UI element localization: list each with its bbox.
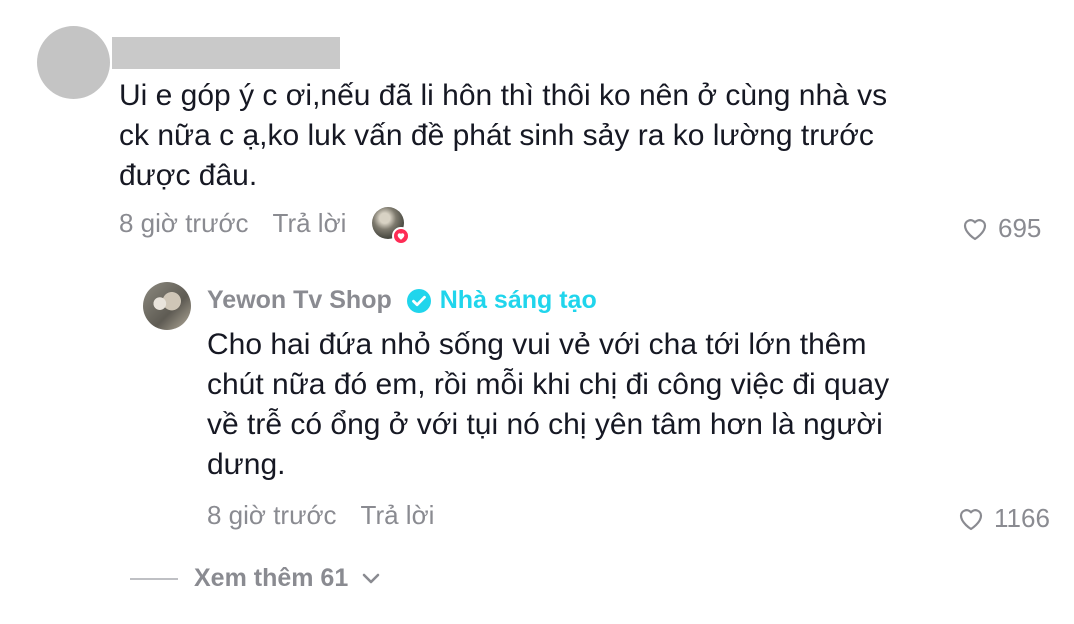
reply-like-count: 1166 (994, 503, 1050, 533)
reply-header: Yewon Tv Shop Nhà sáng tạo (207, 286, 597, 315)
comment-text: Ui e góp ý c ơi,nếu đã li hôn thì thôi k… (119, 79, 888, 192)
reply-text: Cho hai đứa nhỏ sống vui vẻ với cha tới … (207, 328, 890, 481)
comment-like-button[interactable]: 695 (962, 213, 1041, 244)
heart-outline-icon (963, 218, 987, 240)
comment-reply-button[interactable]: Trả lời (273, 208, 347, 239)
reply-author-name[interactable]: Yewon Tv Shop (207, 286, 392, 315)
divider-line (130, 577, 178, 580)
reply-author-avatar[interactable] (143, 282, 191, 330)
heart-outline-icon (959, 508, 983, 530)
comment-meta: 8 giờ trước Trả lời (119, 208, 346, 239)
view-more-replies-button[interactable]: Xem thêm 61 (130, 564, 380, 593)
view-more-label: Xem thêm 61 (194, 564, 349, 592)
commenter-name-redacted (112, 37, 340, 69)
commenter-avatar[interactable] (37, 26, 110, 99)
creator-liked-indicator (372, 207, 410, 245)
chevron-down-icon (362, 573, 380, 583)
verified-check-icon (406, 288, 432, 314)
reply-like-button[interactable]: 1166 (958, 503, 1050, 534)
reply-meta: 8 giờ trước Trả lời (207, 500, 434, 531)
comment-time: 8 giờ trước (119, 208, 249, 238)
heart-badge-icon (392, 227, 410, 245)
reply-time: 8 giờ trước (207, 500, 337, 530)
creator-badge: Nhà sáng tạo (439, 286, 597, 314)
reply-reply-button[interactable]: Trả lời (361, 500, 435, 531)
comment-like-count: 695 (998, 213, 1042, 243)
comment-thread: Ui e góp ý c ơi,nếu đã li hôn thì thôi k… (0, 0, 1074, 624)
